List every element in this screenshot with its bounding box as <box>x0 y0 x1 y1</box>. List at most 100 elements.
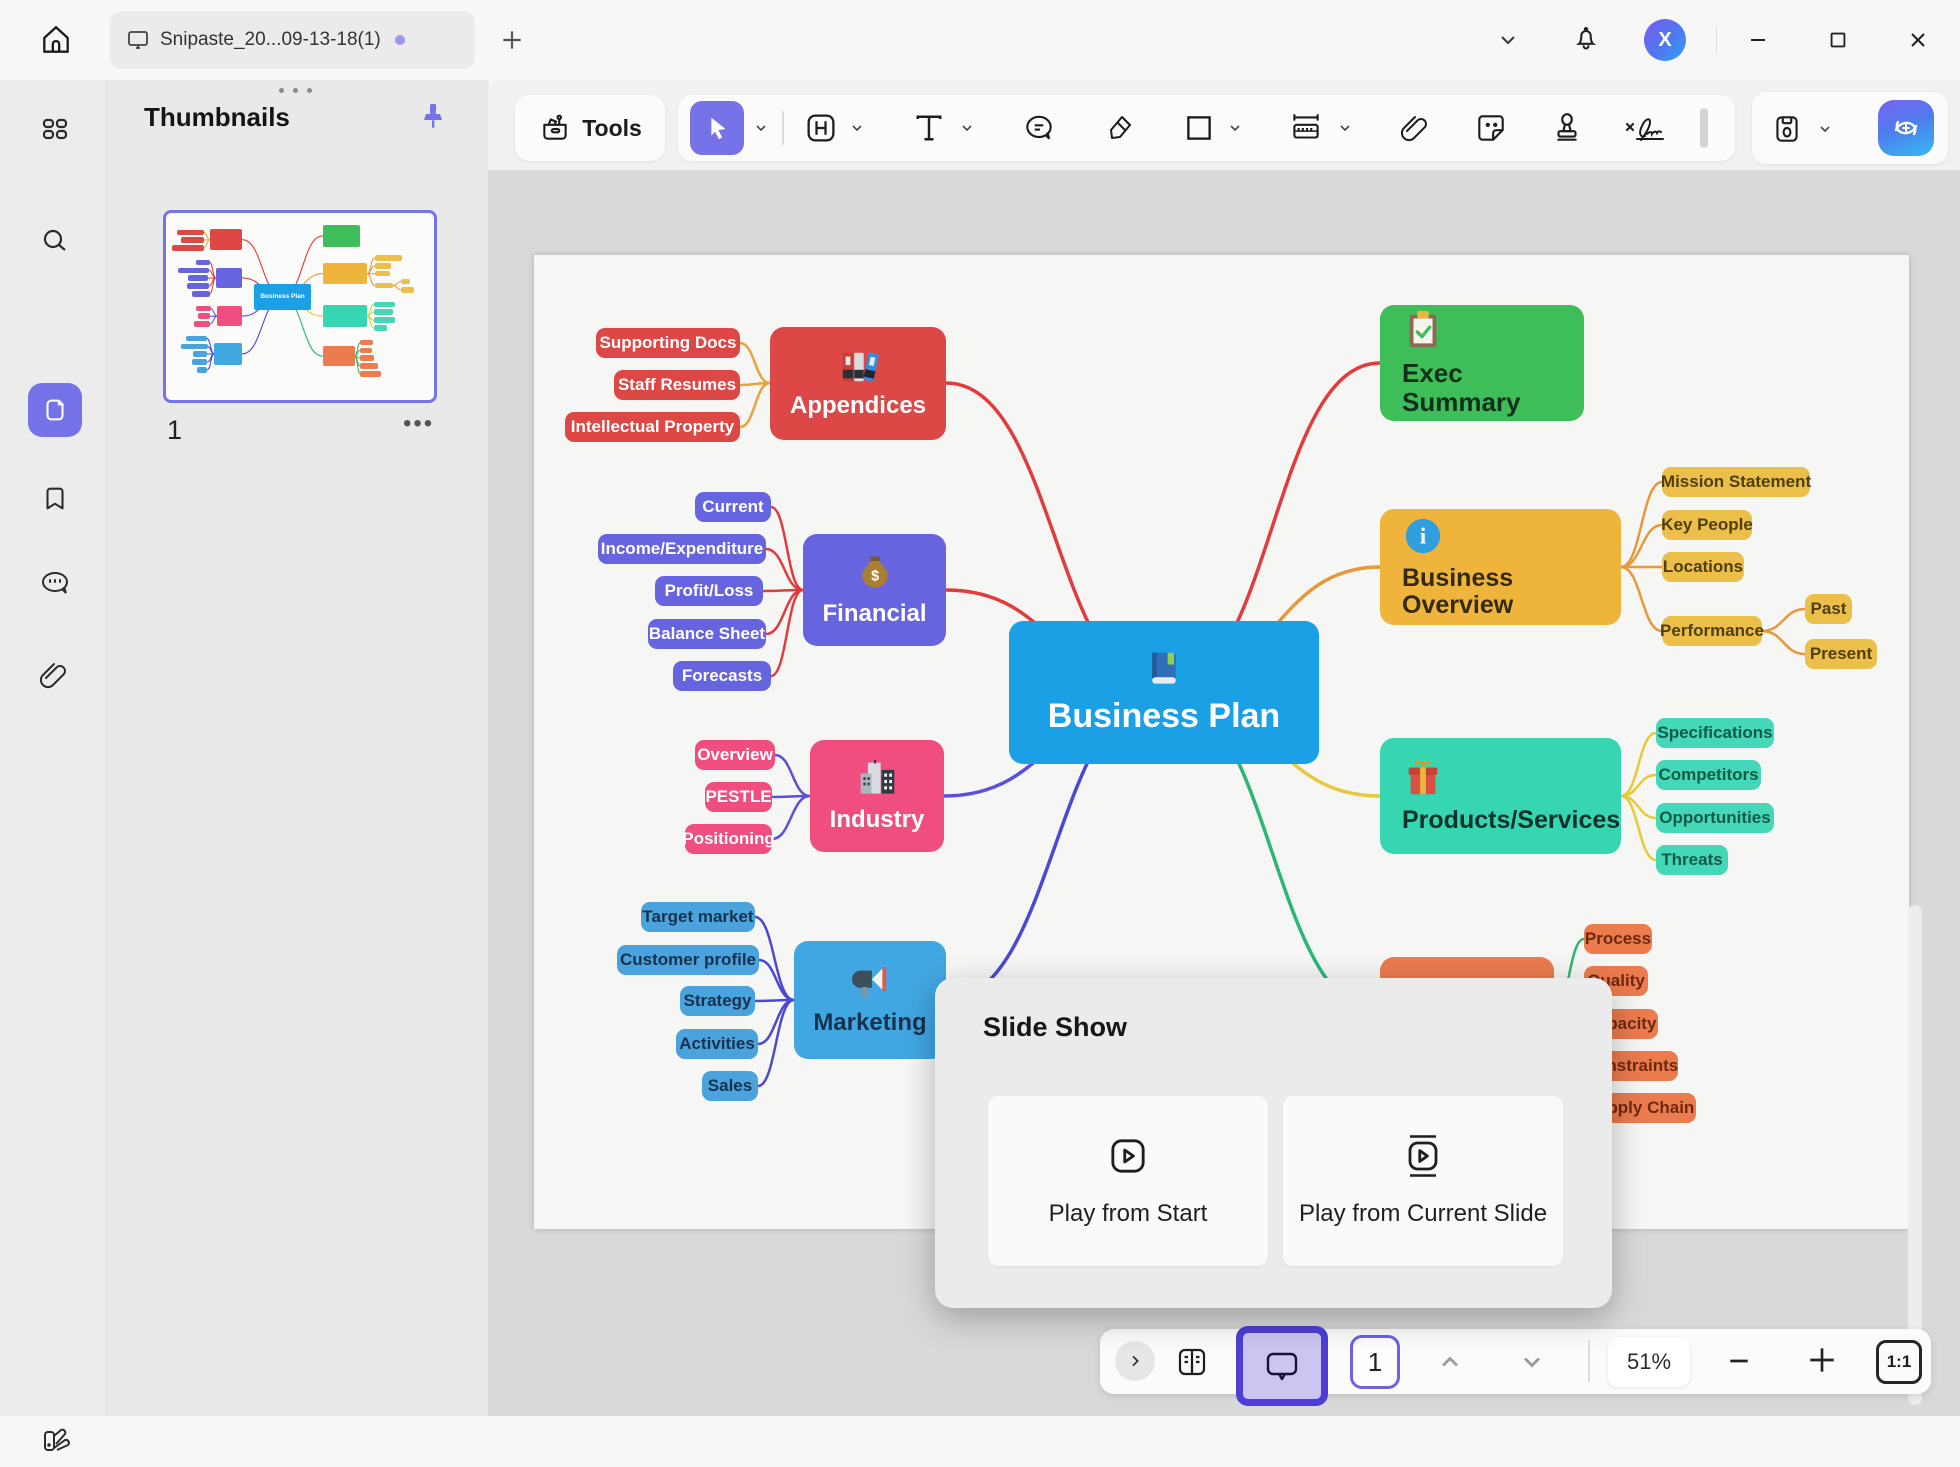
mindmap-subtopic-process[interactable]: Process <box>1584 924 1652 954</box>
previous-page-button[interactable] <box>1436 1348 1464 1376</box>
text-tool-button[interactable] <box>908 107 950 149</box>
mindmap-subtopic-pestle[interactable]: PESTLE <box>705 782 772 812</box>
minimap-node <box>374 309 393 315</box>
minimap-node <box>401 287 414 293</box>
titlebar-divider <box>1716 26 1717 54</box>
expand-bar-button[interactable] <box>1115 1341 1155 1381</box>
mindmap-subtopic-activities[interactable]: Activities <box>676 1029 758 1059</box>
ai-assistant-button[interactable] <box>1878 100 1934 156</box>
sidebar-item-apps[interactable] <box>28 102 82 156</box>
document-tab[interactable]: Snipaste_20...09-13-18(1) <box>110 11 475 69</box>
save-dropdown[interactable] <box>1814 114 1836 144</box>
account-button[interactable]: X <box>1644 19 1686 61</box>
minimap-node <box>181 344 207 350</box>
mindmap-node-financial[interactable]: $Financial <box>803 534 946 646</box>
heading-tool-button[interactable] <box>800 107 842 149</box>
chevron-down-icon <box>1227 120 1243 136</box>
mindmap-node-exec-summary[interactable]: Exec Summary <box>1380 305 1584 421</box>
shape-tool-dropdown[interactable] <box>1224 113 1246 143</box>
mindmap-subtopic-supporting-docs[interactable]: Supporting Docs <box>596 328 740 358</box>
minimap-node <box>375 255 402 261</box>
sidebar-item-thumbnails[interactable] <box>28 383 82 437</box>
minimize-button[interactable] <box>1738 20 1778 60</box>
measure-tool-button[interactable] <box>1284 107 1328 149</box>
page-thumbnail[interactable]: Business Plan <box>163 210 437 403</box>
sidebar-item-comments[interactable] <box>28 557 82 611</box>
select-tool-dropdown[interactable] <box>750 113 772 143</box>
tabs-dropdown-button[interactable] <box>1488 20 1528 60</box>
play-from-current-slide-button[interactable]: Play from Current Slide <box>1283 1096 1563 1266</box>
pin-panel-button[interactable] <box>417 100 449 132</box>
next-page-button[interactable] <box>1518 1348 1546 1376</box>
sidebar-item-bookmarks[interactable] <box>28 472 82 526</box>
tools-menu-button[interactable]: Tools <box>515 95 665 161</box>
mindmap-node-business-overview[interactable]: iBusiness Overview <box>1380 509 1621 625</box>
signature-tool-button[interactable] <box>1620 107 1672 149</box>
reading-mode-button[interactable] <box>1172 1342 1212 1382</box>
notifications-button[interactable] <box>1566 18 1606 58</box>
mindmap-subtopic-key-people[interactable]: Key People <box>1662 510 1752 540</box>
page-number-box[interactable]: 1 <box>1350 1335 1400 1389</box>
maximize-button[interactable] <box>1818 20 1858 60</box>
stamp-tool-button[interactable] <box>1546 107 1588 149</box>
bell-icon <box>1572 24 1600 52</box>
save-button[interactable] <box>1766 108 1808 150</box>
actual-size-button[interactable]: 1:1 <box>1876 1340 1922 1384</box>
zoom-out-button[interactable] <box>1724 1346 1754 1376</box>
mindmap-subtopic-positioning[interactable]: Positioning <box>685 824 772 854</box>
mindmap-subtopic-locations[interactable]: Locations <box>1662 552 1744 582</box>
mindmap-node-industry[interactable]: Industry <box>810 740 944 852</box>
mindmap-subtopic-past[interactable]: Past <box>1805 594 1852 624</box>
mindmap-subtopic-overview[interactable]: Overview <box>695 740 775 770</box>
zoom-in-button[interactable] <box>1802 1340 1842 1380</box>
mindmap-subtopic-present[interactable]: Present <box>1805 639 1877 669</box>
mindmap-node-appendices[interactable]: Appendices <box>770 327 946 440</box>
attach-file-button[interactable] <box>1394 107 1436 149</box>
mindmap-subtopic-income-expenditure[interactable]: Income/Expenditure <box>598 534 766 564</box>
mindmap-subtopic-forecasts[interactable]: Forecasts <box>673 661 771 691</box>
panel-resize-handle[interactable] <box>279 88 312 93</box>
clipboard-icon <box>1402 309 1444 351</box>
minimap-node <box>193 351 207 357</box>
thumbnail-menu-button[interactable]: ••• <box>403 410 434 438</box>
mindmap-subtopic-performance[interactable]: Performance <box>1662 616 1762 646</box>
home-button[interactable] <box>30 14 82 66</box>
text-tool-dropdown[interactable] <box>956 113 978 143</box>
mindmap-subtopic-threats[interactable]: Threats <box>1656 845 1728 875</box>
mindmap-subtopic-customer-profile[interactable]: Customer profile <box>617 945 759 975</box>
toolbar-scroll-indicator[interactable] <box>1700 108 1708 148</box>
sidebar-item-attachments[interactable] <box>28 647 82 701</box>
theme-palette-button[interactable] <box>28 1413 82 1467</box>
mindmap-subtopic-profit-loss[interactable]: Profit/Loss <box>655 576 763 606</box>
mindmap-subtopic-specifications[interactable]: Specifications <box>1656 718 1774 748</box>
mindmap-subtopic-target-market[interactable]: Target market <box>641 902 755 932</box>
mindmap-subtopic-strategy[interactable]: Strategy <box>680 986 755 1016</box>
mindmap-subtopic-competitors[interactable]: Competitors <box>1656 760 1761 790</box>
measure-tool-dropdown[interactable] <box>1334 113 1356 143</box>
slide-show-button[interactable] <box>1236 1326 1328 1406</box>
heading-tool-dropdown[interactable] <box>846 113 868 143</box>
monitor-icon <box>126 28 150 52</box>
mindmap-node-business-plan[interactable]: Business Plan <box>1009 621 1319 764</box>
shape-tool-button[interactable] <box>1178 107 1220 149</box>
new-tab-button[interactable] <box>492 20 532 60</box>
mindmap-subtopic-mission-statement[interactable]: Mission Statement <box>1662 467 1810 497</box>
mindmap-subtopic-intellectual-property[interactable]: Intellectual Property <box>565 412 740 442</box>
play-from-start-button[interactable]: Play from Start <box>988 1096 1268 1266</box>
select-tool-button[interactable] <box>690 101 744 155</box>
mindmap-subtopic-balance-sheet[interactable]: Balance Sheet <box>648 619 766 649</box>
sidebar-item-search[interactable] <box>28 214 82 268</box>
mindmap-subtopic-opportunities[interactable]: Opportunities <box>1656 803 1774 833</box>
mindmap-node-products-services[interactable]: Products/Services <box>1380 738 1621 854</box>
comment-tool-button[interactable] <box>1018 107 1060 149</box>
mindmap-subtopic-staff-resumes[interactable]: Staff Resumes <box>614 370 740 400</box>
highlighter-icon <box>1103 112 1135 144</box>
sticker-tool-button[interactable] <box>1470 107 1512 149</box>
zoom-level[interactable]: 51% <box>1608 1337 1690 1387</box>
mindmap-subtopic-sales[interactable]: Sales <box>702 1071 758 1101</box>
mindmap-node-marketing[interactable]: Marketing <box>794 941 946 1059</box>
mindmap-subtopic-current[interactable]: Current <box>695 492 771 522</box>
toolbox-icon <box>538 111 572 145</box>
close-button[interactable] <box>1898 20 1938 60</box>
highlighter-tool-button[interactable] <box>1098 107 1140 149</box>
